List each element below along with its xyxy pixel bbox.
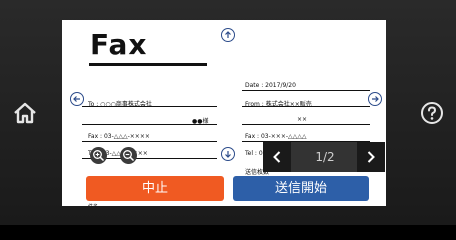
chevron-right-icon[interactable] [357, 142, 385, 172]
fax-from: Fax : 03-×××-△△△△ [245, 133, 307, 140]
fax-preview: Fax To : ○○○商事株式会社 ●●様 Fax : 03-△△△-××××… [62, 20, 386, 206]
divider [82, 124, 217, 125]
footer-left: 件名 [88, 203, 98, 206]
chevron-left-icon[interactable] [263, 142, 291, 172]
page-navigator: 1/2 [263, 142, 385, 172]
stop-button[interactable]: 中止 [86, 176, 224, 201]
page-indicator: 1/2 [315, 150, 335, 164]
from-name: ×× [297, 116, 308, 123]
arrow-down-icon[interactable] [221, 147, 235, 161]
title-underline [89, 63, 207, 66]
start-send-button[interactable]: 送信開始 [233, 176, 369, 201]
date-field: Date : 2017/9/20 [245, 82, 296, 89]
document-title: Fax [90, 28, 148, 61]
arrow-left-icon[interactable] [70, 92, 84, 106]
arrow-up-icon[interactable] [221, 28, 235, 42]
zoom-in-icon[interactable] [90, 147, 107, 164]
home-icon[interactable] [11, 99, 39, 127]
arrow-right-icon[interactable] [368, 92, 382, 106]
divider [82, 106, 217, 107]
divider [242, 90, 370, 91]
divider [242, 106, 370, 107]
divider [82, 141, 217, 142]
divider [242, 124, 370, 125]
help-icon[interactable] [418, 99, 446, 127]
fax-to: Fax : 03-△△△-×××× [88, 133, 150, 140]
zoom-out-icon[interactable] [120, 147, 137, 164]
